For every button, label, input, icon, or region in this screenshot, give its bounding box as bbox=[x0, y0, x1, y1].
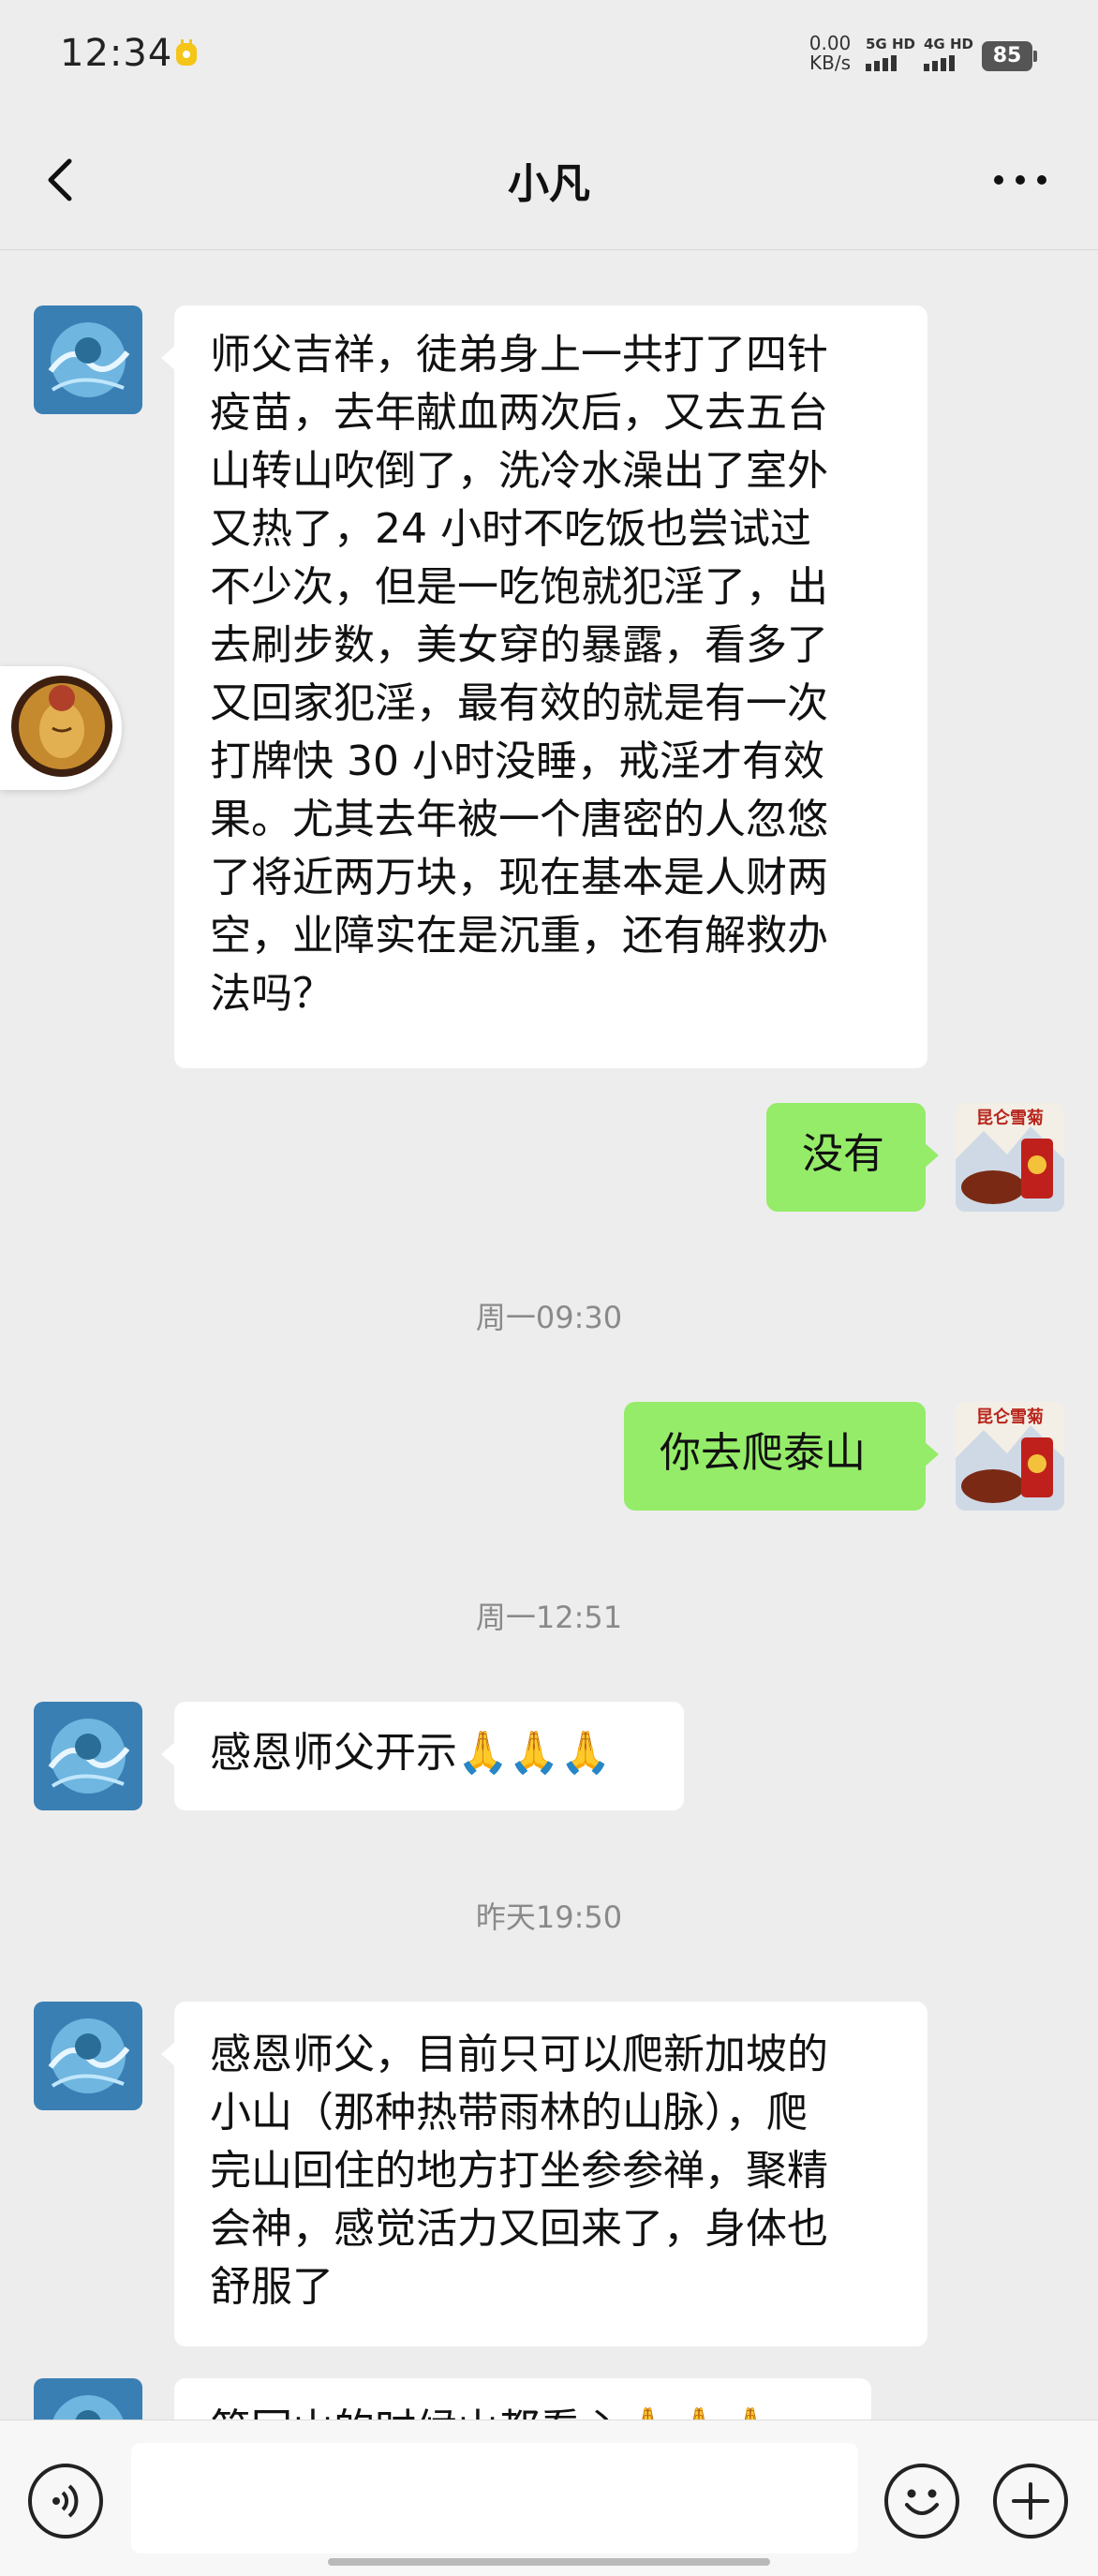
chat-header: 小凡 bbox=[0, 112, 1098, 250]
message-bubble-incoming[interactable]: 简回山的时候山都看心🙏🙏🙏 bbox=[161, 2378, 871, 2420]
signal-4g-label: 4G HD bbox=[924, 36, 973, 52]
chat-title: 小凡 bbox=[508, 160, 590, 208]
message-bubble-outgoing[interactable]: 没有 bbox=[766, 1103, 939, 1212]
self-avatar-image: 昆仑雪菊 bbox=[956, 1402, 1064, 1511]
voice-icon bbox=[52, 2484, 79, 2518]
network-speed-unit: KB/s bbox=[809, 52, 851, 74]
contact-avatar-image bbox=[34, 1702, 142, 1810]
contact-avatar-image bbox=[34, 2378, 142, 2420]
message-bubble-incoming[interactable]: 师父吉祥，徒弟身上一共打了四针 疫苗，去年献血两次后，又去五台 山转山吹倒了，洗… bbox=[161, 305, 927, 1068]
self-avatar-label: 昆仑雪菊 bbox=[976, 1407, 1044, 1427]
signal-5g-label: 5G HD bbox=[866, 36, 915, 52]
home-indicator[interactable] bbox=[328, 2558, 770, 2566]
contact-avatar-image bbox=[34, 305, 142, 414]
input-bar bbox=[0, 2420, 1098, 2576]
plus-icon bbox=[1012, 2482, 1049, 2520]
self-avatar-image: 昆仑雪菊 bbox=[956, 1103, 1064, 1212]
signal-4g: 4G HD bbox=[924, 36, 973, 75]
battery-indicator: 85 bbox=[982, 41, 1037, 71]
message-list[interactable]: 师父吉祥，徒弟身上一共打了四针 疫苗，去年献血两次后，又去五台 山转山吹倒了，洗… bbox=[0, 250, 1098, 2420]
emoji-icon bbox=[905, 2489, 939, 2515]
message-timestamp: 周一12:51 bbox=[475, 1600, 623, 1635]
contact-avatar[interactable] bbox=[34, 1702, 142, 1810]
emoji-button[interactable] bbox=[884, 2464, 959, 2539]
self-avatar[interactable]: 昆仑雪菊 bbox=[956, 1103, 1064, 1212]
more-dots-icon bbox=[994, 175, 1046, 185]
signal-bars-icon bbox=[866, 55, 897, 71]
message-timestamp: 昨天19:50 bbox=[475, 1899, 623, 1935]
self-avatar[interactable]: 昆仑雪菊 bbox=[956, 1402, 1064, 1511]
floating-window-avatar bbox=[11, 676, 112, 777]
contact-avatar[interactable] bbox=[34, 305, 142, 414]
voice-button[interactable] bbox=[28, 2464, 103, 2539]
more-actions-button[interactable] bbox=[993, 2464, 1068, 2539]
notification-badge-icon bbox=[176, 39, 197, 66]
message-bubble-incoming[interactable]: 感恩师父开示🙏🙏🙏 bbox=[161, 1702, 684, 1810]
contact-avatar-image bbox=[34, 2002, 142, 2110]
signal-bars-icon bbox=[924, 55, 955, 71]
floating-window[interactable] bbox=[0, 666, 122, 790]
more-button[interactable] bbox=[987, 161, 1053, 199]
self-avatar-label: 昆仑雪菊 bbox=[976, 1108, 1044, 1128]
signal-5g: 5G HD bbox=[866, 36, 915, 75]
contact-avatar[interactable] bbox=[34, 2378, 142, 2420]
message-bubble-outgoing[interactable]: 你去爬泰山 bbox=[624, 1402, 939, 1511]
message-bubble-incoming[interactable]: 感恩师父，目前只可以爬新加坡的 小山（那种热带雨林的山脉），爬 完山回住的地方打… bbox=[161, 2002, 927, 2346]
network-speed-value: 0.00 bbox=[809, 32, 852, 54]
status-bar: 12:34 0.00 KB/s 5G HD 4G HD 85 bbox=[0, 0, 1098, 112]
status-time: 12:34 bbox=[60, 32, 173, 75]
network-speed: 0.00 KB/s bbox=[804, 34, 856, 73]
message-input[interactable] bbox=[131, 2443, 858, 2554]
message-timestamp: 周一09:30 bbox=[475, 1300, 623, 1335]
contact-avatar[interactable] bbox=[34, 2002, 142, 2110]
